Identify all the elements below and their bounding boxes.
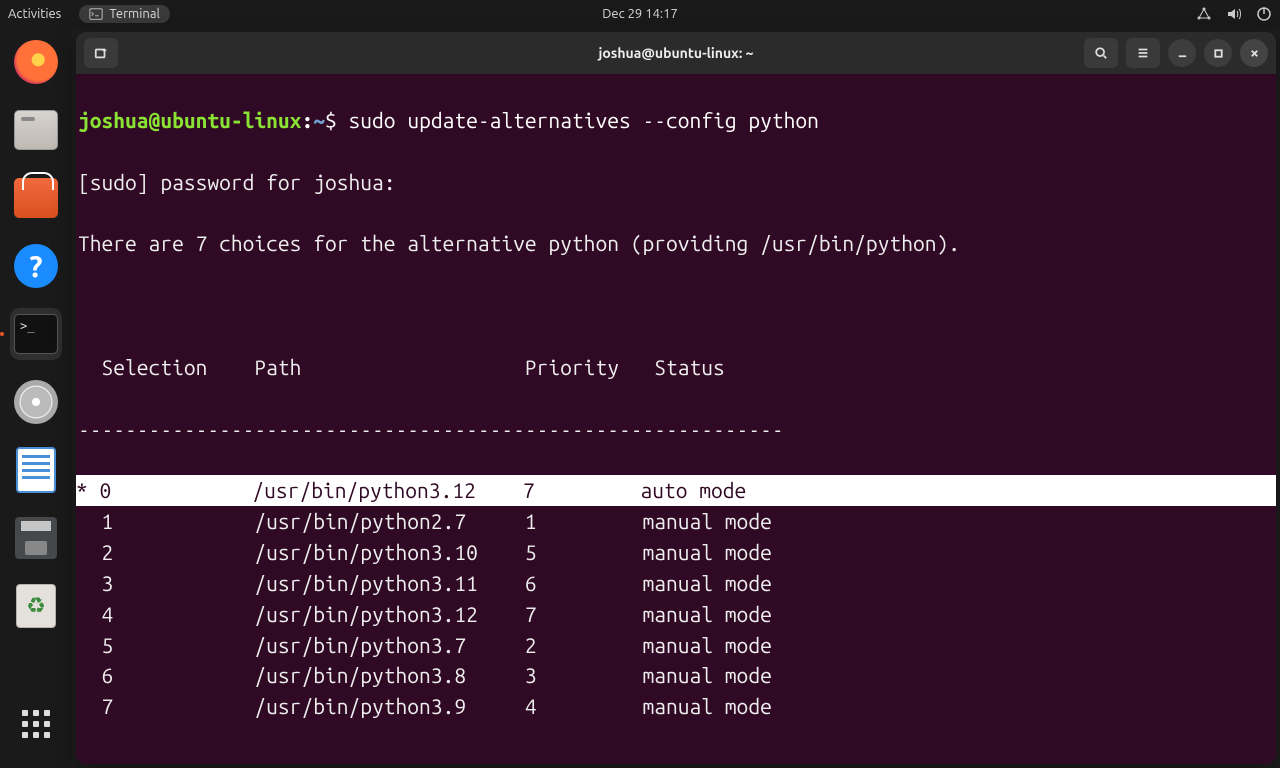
- dock: ?: [0, 28, 72, 768]
- trash-icon: [16, 584, 56, 628]
- intro-line: There are 7 choices for the alternative …: [76, 228, 1276, 259]
- dock-item-disks[interactable]: [10, 376, 62, 428]
- command-text: sudo update-alternatives --config python: [349, 108, 819, 132]
- text-editor-icon: [16, 447, 56, 493]
- maximize-icon: [1213, 48, 1224, 59]
- volume-icon[interactable]: [1226, 6, 1242, 22]
- prompt-path: ~: [313, 108, 325, 132]
- top-panel: Activities Terminal Dec 29 14:17: [0, 0, 1280, 28]
- prompt-symbol: $: [325, 108, 337, 132]
- table-row: 2 /usr/bin/python3.10 5 manual mode: [76, 537, 1276, 568]
- table-header: Selection Path Priority Status: [76, 352, 1276, 383]
- disc-icon: [14, 380, 58, 424]
- dock-item-firefox[interactable]: [10, 36, 62, 88]
- firefox-icon: [14, 40, 58, 84]
- minimize-icon: [1177, 48, 1188, 59]
- table-row: * 0 /usr/bin/python3.12 7 auto mode: [76, 475, 1276, 506]
- show-applications-button[interactable]: [22, 710, 50, 738]
- files-icon: [14, 110, 58, 150]
- active-app-indicator[interactable]: Terminal: [79, 5, 170, 23]
- diskette-icon: [15, 517, 57, 559]
- dock-item-files[interactable]: [10, 104, 62, 156]
- menu-button[interactable]: [1126, 38, 1160, 68]
- table-row: 5 /usr/bin/python3.7 2 manual mode: [76, 630, 1276, 661]
- terminal-icon: [89, 7, 103, 21]
- table-row: 6 /usr/bin/python3.8 3 manual mode: [76, 660, 1276, 691]
- dock-item-save[interactable]: [10, 512, 62, 564]
- clock[interactable]: Dec 29 14:17: [602, 7, 678, 21]
- terminal-icon: [14, 314, 58, 354]
- power-icon[interactable]: [1256, 6, 1272, 22]
- dock-item-help[interactable]: ?: [10, 240, 62, 292]
- active-app-label: Terminal: [109, 7, 160, 21]
- prompt-user-host: joshua@ubuntu-linux: [78, 108, 301, 132]
- table-row: 7 /usr/bin/python3.9 4 manual mode: [76, 691, 1276, 722]
- software-icon: [14, 178, 58, 218]
- new-tab-icon: [94, 46, 108, 60]
- maximize-button[interactable]: [1204, 39, 1232, 67]
- table-row: 4 /usr/bin/python3.12 7 manual mode: [76, 599, 1276, 630]
- table-row: 1 /usr/bin/python2.7 1 manual mode: [76, 506, 1276, 537]
- terminal-viewport[interactable]: joshua@ubuntu-linux:~$ sudo update-alter…: [76, 74, 1276, 764]
- window-title: joshua@ubuntu-linux: ~: [598, 45, 753, 61]
- close-icon: [1249, 48, 1260, 59]
- new-tab-button[interactable]: [84, 38, 118, 68]
- hamburger-icon: [1136, 46, 1150, 60]
- close-button[interactable]: [1240, 39, 1268, 67]
- dock-item-trash[interactable]: [10, 580, 62, 632]
- dock-item-software[interactable]: [10, 172, 62, 224]
- table-divider: ----------------------------------------…: [76, 414, 1276, 445]
- search-button[interactable]: [1084, 38, 1118, 68]
- search-icon: [1094, 46, 1108, 60]
- minimize-button[interactable]: [1168, 39, 1196, 67]
- sudo-password-line: [sudo] password for joshua:: [76, 167, 1276, 198]
- titlebar[interactable]: joshua@ubuntu-linux: ~: [76, 32, 1276, 74]
- dock-item-terminal[interactable]: [10, 308, 62, 360]
- help-icon: ?: [14, 244, 58, 288]
- dock-item-text-editor[interactable]: [10, 444, 62, 496]
- table-row: 3 /usr/bin/python3.11 6 manual mode: [76, 568, 1276, 599]
- prompt-line: joshua@ubuntu-linux:~$ sudo update-alter…: [76, 105, 1276, 136]
- terminal-window: joshua@ubuntu-linux: ~ joshua@ubuntu-lin…: [76, 32, 1276, 764]
- activities-button[interactable]: Activities: [8, 7, 61, 21]
- network-icon[interactable]: [1196, 6, 1212, 22]
